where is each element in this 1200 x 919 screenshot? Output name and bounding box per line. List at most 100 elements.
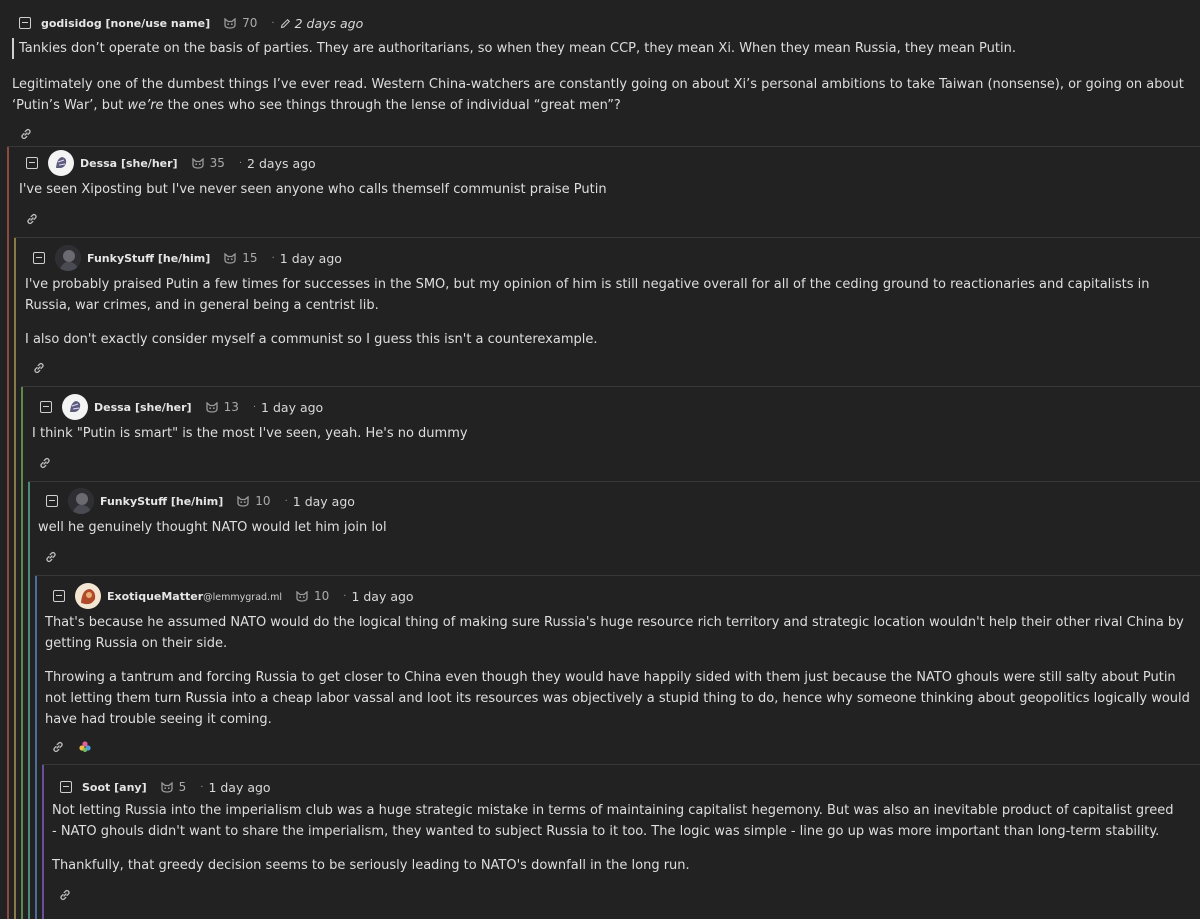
comment-divider bbox=[28, 481, 1200, 482]
comment-divider bbox=[35, 575, 1200, 576]
pencil-icon bbox=[280, 18, 290, 28]
separator-dot: · bbox=[284, 495, 288, 507]
comment-header: Dessa [she/her] 13 · 1 day ago bbox=[40, 394, 323, 420]
score[interactable]: 5 bbox=[160, 780, 187, 794]
emphasis-text: we’re bbox=[127, 98, 164, 113]
collapse-icon[interactable] bbox=[26, 157, 38, 169]
link-icon[interactable] bbox=[58, 888, 72, 902]
timestamp[interactable]: 1 day ago bbox=[280, 251, 342, 266]
collapse-icon[interactable] bbox=[53, 590, 65, 602]
timestamp[interactable]: 2 days ago bbox=[247, 156, 316, 171]
score-value: 70 bbox=[242, 16, 258, 30]
score-value: 5 bbox=[178, 780, 187, 794]
avatar[interactable] bbox=[62, 394, 88, 420]
comment-body: I think "Putin is smart" is the most I'v… bbox=[32, 423, 1192, 444]
comment-body: That's because he assumed NATO would do … bbox=[45, 612, 1191, 730]
upvote-cat-icon bbox=[296, 590, 308, 602]
timestamp[interactable]: 1 day ago bbox=[261, 400, 323, 415]
comment-text: the ones who see things through the lens… bbox=[163, 98, 621, 113]
comment-paragraph: I think "Putin is smart" is the most I'v… bbox=[32, 426, 468, 441]
comment-header: Dessa [she/her] 35 · 2 days ago bbox=[26, 150, 316, 176]
score[interactable]: 35 bbox=[191, 156, 225, 170]
comment-body: I've probably praised Putin a few times … bbox=[25, 274, 1191, 350]
username[interactable]: ExotiqueMatter@lemmygrad.ml bbox=[107, 590, 282, 603]
link-icon[interactable] bbox=[25, 212, 39, 226]
separator-dot: · bbox=[252, 401, 257, 413]
upvote-cat-icon bbox=[224, 17, 236, 29]
username[interactable]: Soot [any] bbox=[82, 781, 147, 794]
timestamp[interactable]: 1 day ago bbox=[293, 494, 355, 509]
score-value: 35 bbox=[209, 156, 225, 170]
comment-divider bbox=[42, 764, 1200, 765]
thread-bar-depth-3[interactable] bbox=[21, 386, 23, 919]
comment-paragraph: That's because he assumed NATO would do … bbox=[45, 615, 1184, 651]
username-text: ExotiqueMatter bbox=[107, 589, 204, 603]
comment-body: Tankies don’t operate on the basis of pa… bbox=[12, 38, 1192, 116]
thread-bar-depth-5[interactable] bbox=[35, 575, 37, 919]
score[interactable]: 15 bbox=[224, 251, 258, 265]
score-value: 13 bbox=[223, 400, 239, 414]
link-icon[interactable] bbox=[44, 550, 58, 564]
username[interactable]: FunkyStuff [he/him] bbox=[100, 495, 223, 508]
upvote-cat-icon bbox=[205, 401, 218, 413]
collapse-icon[interactable] bbox=[46, 495, 58, 507]
separator-dot: · bbox=[343, 590, 347, 602]
score-value: 10 bbox=[313, 589, 330, 603]
comment-paragraph: Thankfully, that greedy decision seems t… bbox=[52, 858, 690, 873]
instance-domain: @lemmygrad.ml bbox=[203, 591, 282, 603]
collapse-icon[interactable] bbox=[19, 17, 31, 29]
timestamp[interactable]: 1 day ago bbox=[208, 780, 270, 795]
collapse-icon[interactable] bbox=[60, 781, 72, 793]
score[interactable]: 13 bbox=[205, 400, 239, 414]
comment-paragraph: Legitimately one of the dumbest things I… bbox=[12, 74, 1192, 116]
link-icon[interactable] bbox=[32, 361, 46, 375]
username[interactable]: Dessa [she/her] bbox=[80, 157, 178, 170]
score[interactable]: 10 bbox=[296, 589, 329, 603]
avatar[interactable] bbox=[68, 488, 94, 514]
username[interactable]: Dessa [she/her] bbox=[94, 401, 192, 414]
score[interactable]: 10 bbox=[237, 494, 271, 508]
thread-bar-depth-6[interactable] bbox=[42, 764, 44, 919]
upvote-cat-icon bbox=[160, 781, 173, 793]
comment-divider bbox=[21, 386, 1200, 387]
emoji-reaction-icon[interactable] bbox=[78, 740, 92, 754]
score[interactable]: 70 bbox=[224, 16, 257, 30]
comment-header: ExotiqueMatter@lemmygrad.ml 10 · 1 day a… bbox=[53, 583, 414, 609]
timestamp[interactable]: 1 day ago bbox=[351, 589, 413, 604]
link-icon[interactable] bbox=[51, 740, 65, 754]
comment-header: godisidog [none/use name] 70 · 2 days ag… bbox=[19, 13, 363, 33]
separator-dot: · bbox=[271, 252, 275, 264]
separator-dot: · bbox=[200, 781, 204, 793]
blockquote: Tankies don’t operate on the basis of pa… bbox=[12, 38, 1192, 59]
collapse-icon[interactable] bbox=[40, 401, 52, 413]
thread-bar-depth-1[interactable] bbox=[7, 146, 9, 919]
link-icon[interactable] bbox=[19, 127, 33, 141]
separator-dot: · bbox=[271, 17, 275, 29]
avatar[interactable] bbox=[75, 583, 101, 609]
thread-bar-depth-4[interactable] bbox=[28, 481, 30, 919]
comment-paragraph: I've seen Xiposting but I've never seen … bbox=[19, 182, 607, 197]
comment-paragraph: well he genuinely thought NATO would let… bbox=[38, 520, 387, 535]
username[interactable]: godisidog [none/use name] bbox=[41, 17, 210, 30]
comment-body: well he genuinely thought NATO would let… bbox=[38, 517, 1188, 538]
comment-header: FunkyStuff [he/him] 15 · 1 day ago bbox=[33, 245, 342, 271]
thread-bar-depth-2[interactable] bbox=[14, 237, 16, 919]
comment-paragraph: I've probably praised Putin a few times … bbox=[25, 277, 1150, 313]
comment-paragraph: I also don't exactly consider myself a c… bbox=[25, 332, 598, 347]
link-icon[interactable] bbox=[38, 456, 52, 470]
comment-paragraph: Not letting Russia into the imperialism … bbox=[52, 803, 1174, 839]
comment-divider bbox=[14, 237, 1200, 238]
comment-header: Soot [any] 5 · 1 day ago bbox=[60, 777, 271, 797]
avatar[interactable] bbox=[48, 150, 74, 176]
comment-paragraph: Throwing a tantrum and forcing Russia to… bbox=[45, 670, 1190, 727]
username[interactable]: FunkyStuff [he/him] bbox=[87, 252, 210, 265]
timestamp[interactable]: 2 days ago bbox=[295, 16, 364, 31]
avatar[interactable] bbox=[55, 245, 81, 271]
upvote-cat-icon bbox=[237, 495, 249, 507]
upvote-cat-icon bbox=[224, 252, 236, 264]
collapse-icon[interactable] bbox=[33, 252, 45, 264]
score-value: 15 bbox=[242, 251, 258, 265]
comment-header: FunkyStuff [he/him] 10 · 1 day ago bbox=[46, 488, 355, 514]
comment-body: Not letting Russia into the imperialism … bbox=[52, 800, 1182, 876]
score-value: 10 bbox=[255, 494, 271, 508]
